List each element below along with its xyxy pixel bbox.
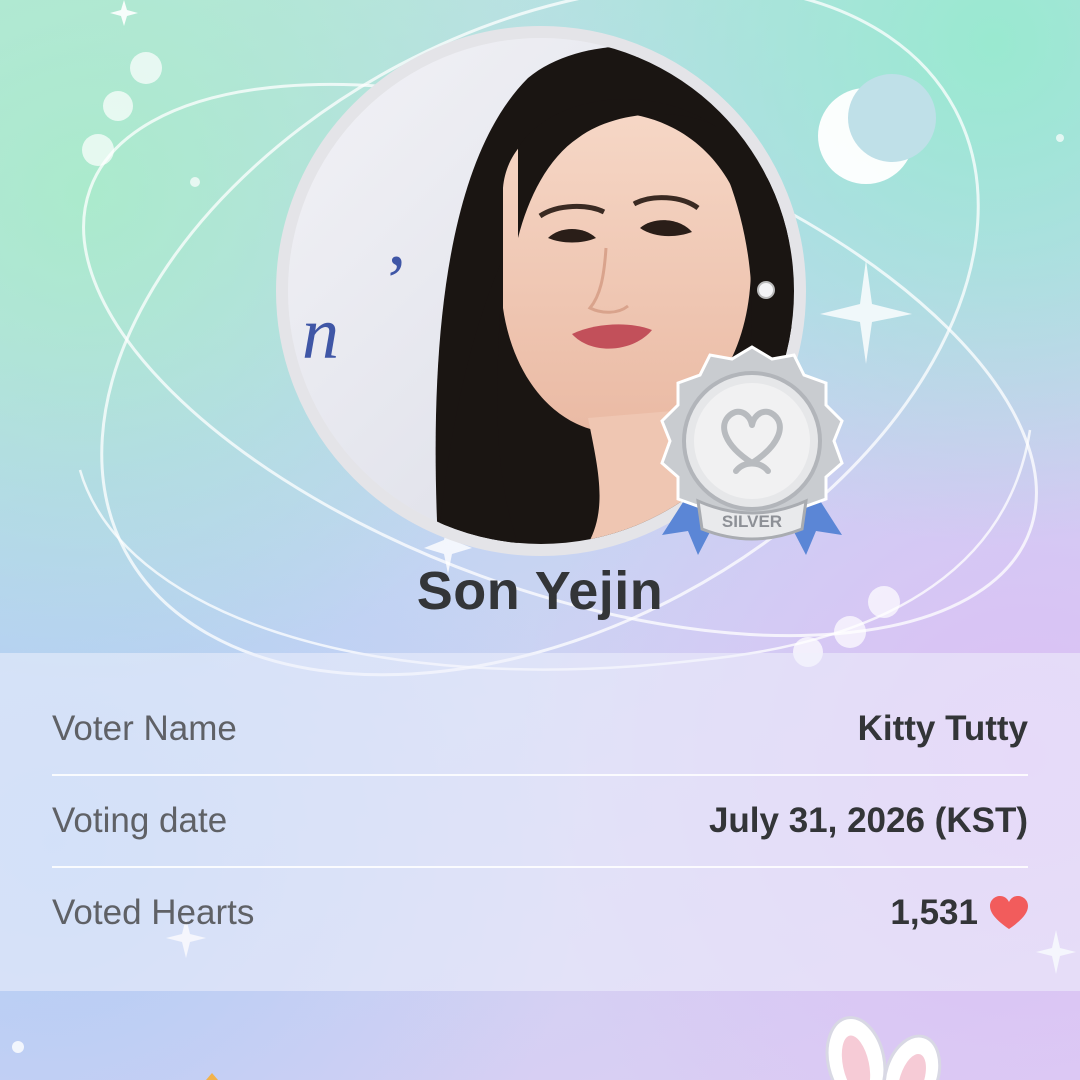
heart-icon xyxy=(990,896,1028,929)
badge-label: SILVER xyxy=(722,512,782,531)
decor-dot xyxy=(130,52,162,84)
voting-date-label: Voting date xyxy=(52,801,228,840)
decor-dot xyxy=(82,134,114,166)
voted-hearts-row: Voted Hearts 1,531 xyxy=(52,867,1028,959)
decor-dot xyxy=(1056,134,1064,142)
decor-dot xyxy=(12,1041,24,1053)
voter-name-value: Kitty Tutty xyxy=(857,709,1028,748)
voting-date-value: July 31, 2026 (KST) xyxy=(708,801,1028,840)
vote-info-panel: Voter Name Kitty Tutty Voting date July … xyxy=(0,653,1080,991)
backdrop-letters: n xyxy=(302,293,339,375)
voted-hearts-label: Voted Hearts xyxy=(52,893,255,932)
voted-hearts-value: 1,531 xyxy=(890,893,978,932)
bunny-ears-icon xyxy=(825,1016,942,1080)
celebrity-name: Son Yejin xyxy=(416,561,664,621)
voter-name-row: Voter Name Kitty Tutty xyxy=(52,683,1028,775)
decor-star xyxy=(206,1073,218,1080)
sparkle-icon xyxy=(110,0,138,26)
voted-hearts-value-group: 1,531 xyxy=(890,893,1028,933)
crescent-moon-icon xyxy=(818,74,936,184)
silver-badge: SILVER xyxy=(660,345,844,555)
decor-dot xyxy=(103,91,133,121)
decor-dot xyxy=(190,177,200,187)
backdrop-letters: ’ xyxy=(384,241,409,323)
bottom-decoration xyxy=(12,1016,942,1080)
voting-date-row: Voting date July 31, 2026 (KST) xyxy=(52,775,1028,867)
voter-name-label: Voter Name xyxy=(52,709,237,748)
